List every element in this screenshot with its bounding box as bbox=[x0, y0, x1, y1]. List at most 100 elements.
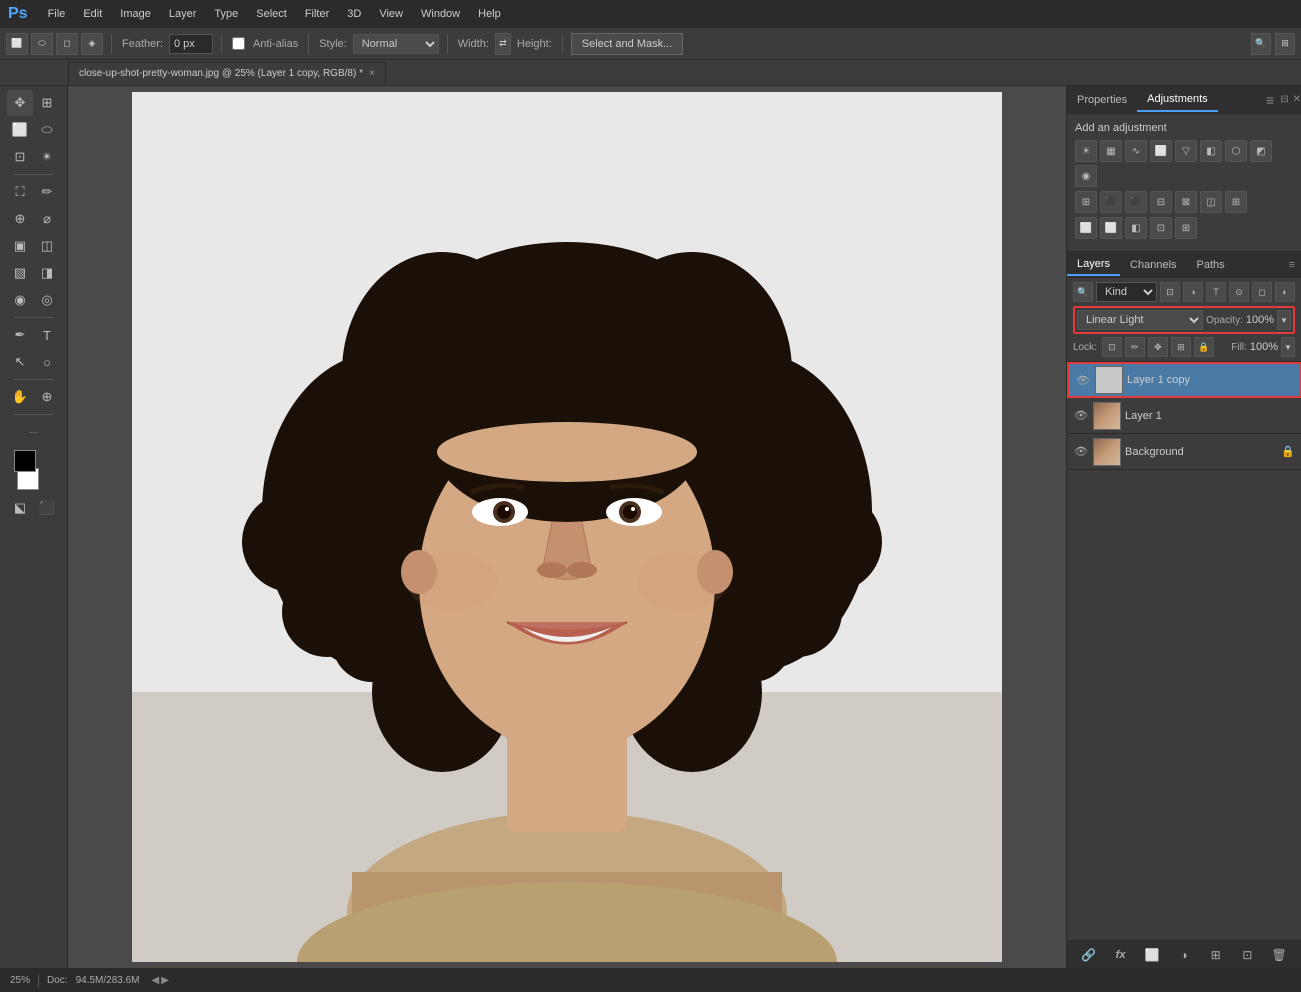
lock-position-btn[interactable]: ✥ bbox=[1148, 337, 1168, 357]
clone-tool[interactable]: ▣ bbox=[7, 233, 33, 259]
lock-paint-btn[interactable]: ✏ bbox=[1125, 337, 1145, 357]
lock-pixel-btn[interactable]: ⊡ bbox=[1102, 337, 1122, 357]
adj-invert-icon[interactable]: ⬛ bbox=[1125, 191, 1147, 213]
magic-wand-btn[interactable]: ◈ bbox=[81, 33, 103, 55]
move-tool[interactable]: ✥ bbox=[7, 90, 33, 116]
layer-eye-copy[interactable]: 👁 bbox=[1075, 372, 1091, 388]
adj-bw-icon[interactable]: ◩ bbox=[1250, 140, 1272, 162]
blur-tool[interactable]: ◉ bbox=[7, 287, 33, 313]
layer-item-1[interactable]: 👁 Layer 1 bbox=[1067, 398, 1301, 434]
adj-curves-icon[interactable]: ∿ bbox=[1125, 140, 1147, 162]
adj-selective-icon[interactable]: ⊞ bbox=[1225, 191, 1247, 213]
antialias-checkbox[interactable] bbox=[232, 37, 245, 50]
menu-image[interactable]: Image bbox=[112, 4, 159, 24]
panels-btn[interactable]: ⊞ bbox=[1275, 33, 1295, 55]
shape-filter-btn[interactable]: ⊙ bbox=[1229, 282, 1249, 302]
adj-channelmixer-icon[interactable]: ⊞ bbox=[1075, 191, 1097, 213]
screen-mode-btn[interactable]: ⬛ bbox=[34, 495, 60, 521]
path-select-tool[interactable]: ↖ bbox=[7, 349, 33, 375]
fill-chevron[interactable]: ▼ bbox=[1281, 337, 1295, 357]
shape-tool[interactable]: ○ bbox=[34, 349, 60, 375]
adjustments-tab[interactable]: Adjustments bbox=[1137, 88, 1218, 112]
adj-vibrance-icon[interactable]: ▽ bbox=[1175, 140, 1197, 162]
fg-color-swatch[interactable] bbox=[14, 450, 36, 472]
menu-filter[interactable]: Filter bbox=[297, 4, 337, 24]
adj-posterize-icon[interactable]: ⊟ bbox=[1150, 191, 1172, 213]
gradient-tool[interactable]: ◨ bbox=[34, 260, 60, 286]
zoom-tool[interactable]: ⊕ bbox=[34, 384, 60, 410]
pixel-filter-btn[interactable]: ⊡ bbox=[1160, 282, 1180, 302]
layer-eye-bg[interactable]: 👁 bbox=[1073, 444, 1089, 460]
status-prev-btn[interactable]: ◀ bbox=[152, 975, 160, 986]
link-layers-btn[interactable]: 🔗 bbox=[1079, 945, 1099, 965]
delete-layer-btn[interactable]: 🗑 bbox=[1269, 945, 1289, 965]
lasso-tool[interactable]: ⬭ bbox=[34, 117, 60, 143]
adj-gradientmap-icon[interactable]: ◫ bbox=[1200, 191, 1222, 213]
document-tab[interactable]: close-up-shot-pretty-woman.jpg @ 25% (La… bbox=[68, 62, 386, 85]
menu-file[interactable]: File bbox=[40, 4, 74, 24]
menu-help[interactable]: Help bbox=[470, 4, 509, 24]
history-tool[interactable]: ◫ bbox=[34, 233, 60, 259]
adj-colorbalance-icon[interactable]: ⬡ bbox=[1225, 140, 1247, 162]
adj-exposure-icon[interactable]: ⬜ bbox=[1150, 140, 1172, 162]
swap-dimensions-btn[interactable]: ⇄ bbox=[495, 33, 511, 55]
rect-select-btn[interactable]: ⬜ bbox=[6, 33, 28, 55]
new-layer-btn[interactable]: ⊡ bbox=[1237, 945, 1257, 965]
adj-levels-icon[interactable]: ▦ bbox=[1100, 140, 1122, 162]
panel-close-btn[interactable]: ✕ bbox=[1293, 94, 1301, 105]
menu-select[interactable]: Select bbox=[248, 4, 295, 24]
properties-tab[interactable]: Properties bbox=[1067, 89, 1137, 111]
magic-tool[interactable]: ✴ bbox=[34, 144, 60, 170]
paths-tab[interactable]: Paths bbox=[1187, 255, 1235, 275]
channels-tab[interactable]: Channels bbox=[1120, 255, 1186, 275]
lock-artboard-btn[interactable]: ⊞ bbox=[1171, 337, 1191, 357]
pen-tool[interactable]: ✒ bbox=[7, 322, 33, 348]
panel-menu-icon[interactable]: ≡ bbox=[1266, 92, 1274, 108]
text-tool[interactable]: T bbox=[34, 322, 60, 348]
type-filter-btn[interactable]: T bbox=[1206, 282, 1226, 302]
new-fill-adj-btn[interactable]: ◑ bbox=[1174, 945, 1194, 965]
quick-mask-btn[interactable]: ⬕ bbox=[7, 495, 33, 521]
adj-extra4-icon[interactable]: ⊡ bbox=[1150, 217, 1172, 239]
ellipse-select-btn[interactable]: ⬭ bbox=[31, 33, 53, 55]
blend-mode-select[interactable]: Linear Light Normal Multiply Screen Over… bbox=[1077, 310, 1203, 330]
eyedropper-tool[interactable]: ✏ bbox=[34, 179, 60, 205]
feather-input[interactable] bbox=[169, 34, 213, 54]
crop-tool[interactable]: ⛶ bbox=[7, 179, 33, 205]
adj-extra5-icon[interactable]: ⊞ bbox=[1175, 217, 1197, 239]
menu-type[interactable]: Type bbox=[206, 4, 246, 24]
adj-brightness-icon[interactable]: ☀ bbox=[1075, 140, 1097, 162]
object-select-tool[interactable]: ⊡ bbox=[7, 144, 33, 170]
adj-threshold-icon[interactable]: ⊠ bbox=[1175, 191, 1197, 213]
new-group-btn[interactable]: ⊞ bbox=[1206, 945, 1226, 965]
adj-hsl-icon[interactable]: ◧ bbox=[1200, 140, 1222, 162]
layers-tab[interactable]: Layers bbox=[1067, 254, 1120, 276]
panel-collapse-btn[interactable]: ⊟ bbox=[1280, 94, 1288, 105]
adj-filter-btn[interactable]: ◑ bbox=[1183, 282, 1203, 302]
menu-edit[interactable]: Edit bbox=[75, 4, 110, 24]
select-mask-btn[interactable]: Select and Mask... bbox=[571, 33, 684, 55]
layer-eye-1[interactable]: 👁 bbox=[1073, 408, 1089, 424]
layers-tab-menu[interactable]: ≡ bbox=[1289, 259, 1295, 271]
marquee-tool[interactable]: ⬜ bbox=[7, 117, 33, 143]
menu-3d[interactable]: 3D bbox=[339, 4, 369, 24]
menu-layer[interactable]: Layer bbox=[161, 4, 205, 24]
adj-extra2-icon[interactable]: ⬜ bbox=[1100, 217, 1122, 239]
search-btn[interactable]: 🔍 bbox=[1251, 33, 1271, 55]
menu-view[interactable]: View bbox=[371, 4, 411, 24]
adj-extra3-icon[interactable]: ◧ bbox=[1125, 217, 1147, 239]
layer-item-background[interactable]: 👁 Background 🔒 bbox=[1067, 434, 1301, 470]
hand-tool[interactable]: ✋ bbox=[7, 384, 33, 410]
layer-item-copy[interactable]: 👁 Layer 1 copy bbox=[1067, 362, 1301, 398]
kind-select[interactable]: Kind bbox=[1096, 282, 1157, 302]
adj-photofilter-icon[interactable]: ◉ bbox=[1075, 165, 1097, 187]
tab-close-btn[interactable]: × bbox=[369, 68, 375, 79]
add-mask-btn[interactable]: ⬜ bbox=[1142, 945, 1162, 965]
extra-tool[interactable]: ··· bbox=[21, 419, 47, 445]
opacity-chevron[interactable]: ▼ bbox=[1277, 310, 1291, 330]
smart-filter-btn[interactable]: ◻ bbox=[1252, 282, 1272, 302]
lock-all-btn[interactable]: 🔒 bbox=[1194, 337, 1214, 357]
menu-window[interactable]: Window bbox=[413, 4, 468, 24]
filter-on-btn[interactable]: ◐ bbox=[1275, 282, 1295, 302]
status-next-btn[interactable]: ▶ bbox=[161, 975, 169, 986]
